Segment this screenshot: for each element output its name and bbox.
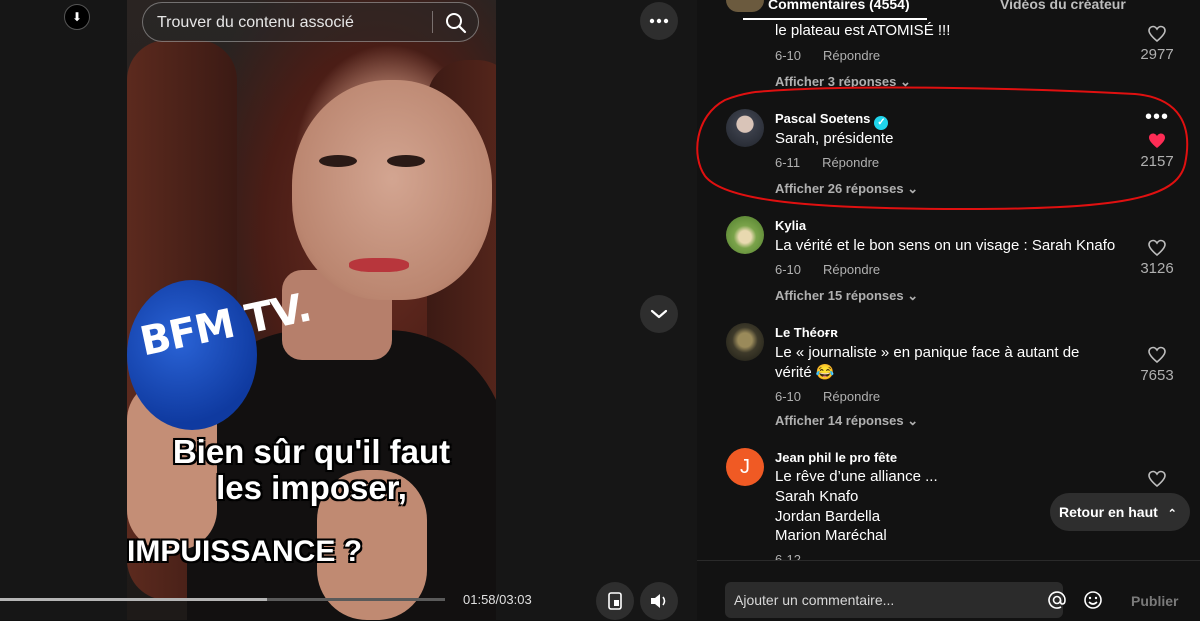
view-replies-button[interactable]: Afficher 26 réponses ⌄: [775, 181, 918, 197]
verified-badge-icon: ✓: [874, 116, 889, 130]
comment-input-placeholder: Ajouter un commentaire...: [734, 592, 895, 608]
view-replies-label: Afficher 15 réponses: [775, 288, 904, 303]
comment-date: 6-10: [775, 262, 802, 277]
comment-input[interactable]: Ajouter un commentaire...: [725, 582, 1102, 618]
comment-avatar[interactable]: [726, 109, 764, 147]
back-to-top-button[interactable]: Retour en haut ⌃: [1050, 493, 1190, 531]
download-icon[interactable]: ⬇: [64, 4, 90, 30]
like-count: 3126: [1140, 260, 1174, 277]
comment-text: Sarah, présidente: [775, 130, 894, 147]
comment-text: le plateau est ATOMISÉ !!!: [775, 22, 951, 39]
comment-text: La vérité et le bon sens on un visage : …: [775, 237, 1116, 254]
comment-text-line: Le rêve d’une alliance ...: [775, 468, 938, 485]
video-area: BFM TV. Bien sûr qu'il faut les imposer,…: [0, 0, 697, 620]
comment-date: 6-10: [775, 389, 802, 404]
video-progress-bar[interactable]: [0, 598, 445, 601]
more-horizontal-icon: [649, 18, 669, 24]
mention-icon[interactable]: [1047, 590, 1067, 610]
search-placeholder: Trouver du contenu associé: [157, 14, 354, 31]
view-replies-button[interactable]: Afficher 15 réponses ⌄: [775, 288, 918, 304]
view-replies-button[interactable]: Afficher 3 réponses ⌄: [775, 74, 911, 90]
video-caption-line-3: IMPUISSANCE ?: [127, 535, 363, 568]
view-replies-button[interactable]: Afficher 14 réponses ⌄: [775, 413, 918, 429]
chevron-down-icon: [650, 309, 668, 319]
like-count: 2157: [1140, 153, 1174, 170]
search-icon[interactable]: [444, 11, 468, 35]
comment-text-line: Marion Maréchal: [775, 527, 887, 544]
video-progress-fill: [0, 598, 267, 601]
like-heart-icon[interactable]: [1147, 239, 1167, 257]
comment-author[interactable]: Pascal Soetens ✓: [775, 111, 889, 130]
comment-avatar[interactable]: [726, 216, 764, 254]
comment-author[interactable]: Kylia: [775, 218, 806, 233]
comment-date: 6-10: [775, 48, 802, 63]
back-to-top-label: Retour en haut: [1059, 504, 1158, 520]
emoji-icon[interactable]: [1083, 590, 1103, 610]
comment-author[interactable]: Jean phil le pro fête: [775, 450, 897, 465]
panel-tabs: Commentaires (4554) Vidéos du créateur: [697, 0, 1200, 20]
comment-meta: 6-10 Répondre: [775, 262, 880, 277]
reply-button[interactable]: Répondre: [823, 389, 880, 404]
view-replies-label: Afficher 3 réponses: [775, 74, 897, 89]
volume-button[interactable]: [640, 582, 678, 620]
video-scene-eye-right: [387, 155, 425, 167]
view-replies-label: Afficher 26 réponses: [775, 181, 904, 196]
reply-button[interactable]: Répondre: [822, 155, 879, 170]
tab-comments[interactable]: Commentaires (4554): [768, 0, 910, 12]
like-heart-icon[interactable]: [1147, 132, 1167, 150]
search-bar[interactable]: Trouver du contenu associé: [142, 2, 479, 42]
video-caption-line-2: les imposer,: [216, 469, 407, 506]
next-video-button[interactable]: [640, 295, 678, 333]
comment-author-name: Pascal Soetens: [775, 111, 871, 126]
video-caption-line-1: Bien sûr qu'il faut: [172, 433, 451, 470]
publish-button[interactable]: Publier: [1131, 593, 1178, 609]
double-chevron-up-icon: ⌃: [1167, 508, 1177, 520]
video-scene-lips: [349, 258, 409, 272]
comment-text: Le « journaliste » en panique face à aut…: [775, 344, 1080, 381]
video-frame[interactable]: BFM TV. Bien sûr qu'il faut les imposer,…: [127, 0, 496, 620]
volume-icon: [651, 594, 666, 608]
comment-more-icon[interactable]: •••: [1145, 106, 1169, 129]
comments-panel: Commentaires (4554) Vidéos du créateur l…: [697, 0, 1200, 621]
comment-date: 6-11: [775, 155, 801, 170]
like-heart-icon[interactable]: [1147, 346, 1167, 364]
more-options-button[interactable]: [640, 2, 678, 40]
like-count: 7653: [1140, 367, 1174, 384]
comment-avatar[interactable]: J: [726, 448, 764, 486]
reply-button[interactable]: Répondre: [823, 48, 880, 63]
pip-button[interactable]: [596, 582, 634, 620]
comment-composer: Ajouter un commentaire... Publier: [697, 560, 1200, 621]
video-scene-eye-left: [319, 155, 357, 167]
video-time: 01:58/03:03: [463, 592, 532, 607]
picture-in-picture-icon: [608, 592, 622, 610]
comment-author[interactable]: Le Théoғʀ: [775, 325, 838, 340]
view-replies-label: Afficher 14 réponses: [775, 413, 904, 428]
like-count: 2977: [1140, 46, 1174, 63]
comment-avatar[interactable]: [726, 323, 764, 361]
comment-meta: 6-10 Répondre: [775, 48, 880, 63]
chevron-down-icon: ⌄: [907, 413, 919, 428]
like-heart-icon[interactable]: [1147, 25, 1167, 43]
chevron-down-icon: ⌄: [900, 74, 911, 89]
comment-avatar[interactable]: [726, 0, 764, 12]
comment-meta: 6-11 Répondre: [775, 155, 879, 170]
like-heart-icon[interactable]: [1147, 470, 1167, 488]
search-divider: [432, 11, 433, 33]
reply-button[interactable]: Répondre: [823, 262, 880, 277]
comment-meta: 6-10 Répondre: [775, 389, 880, 404]
chevron-down-icon: ⌄: [907, 288, 919, 303]
chevron-down-icon: ⌄: [907, 181, 919, 196]
tab-creator-videos[interactable]: Vidéos du créateur: [1000, 0, 1126, 12]
active-tab-underline: [743, 18, 927, 20]
